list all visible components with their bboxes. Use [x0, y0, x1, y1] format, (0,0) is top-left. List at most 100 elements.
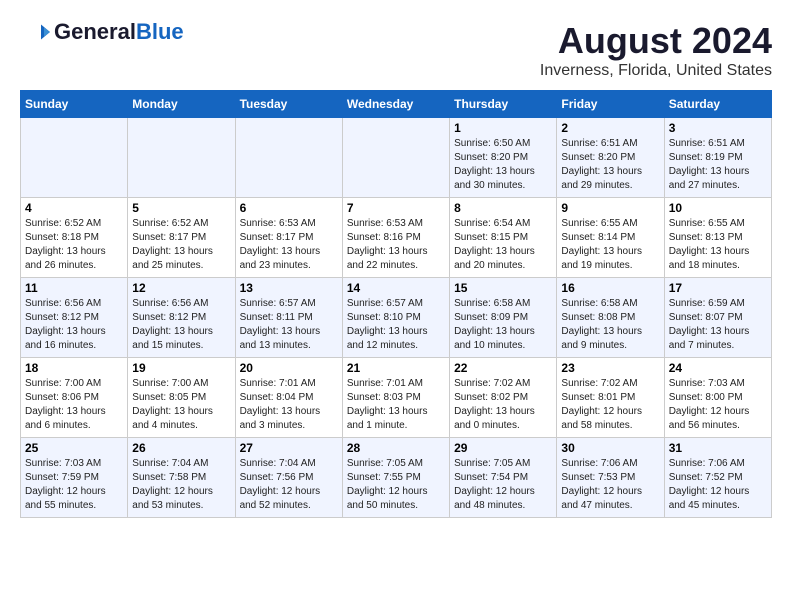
calendar-cell: 24Sunrise: 7:03 AM Sunset: 8:00 PM Dayli…	[664, 358, 771, 438]
col-tuesday: Tuesday	[235, 91, 342, 118]
logo-blue-text: Blue	[136, 19, 184, 44]
calendar-cell: 25Sunrise: 7:03 AM Sunset: 7:59 PM Dayli…	[21, 438, 128, 518]
calendar-cell: 21 Sunrise: 7:01 AM Sunset: 8:03 PM Dayli…	[342, 358, 449, 438]
day-info: Sunrise: 7:01 AM Sunset: 8:03 PM Dayligh…	[347, 377, 445, 433]
day-info: Sunrise: 7:02 AM Sunset: 8:01 PM Dayligh…	[561, 377, 659, 433]
calendar-table: Sunday Monday Tuesday Wednesday Thursday…	[20, 90, 772, 518]
day-info: Sunrise: 6:52 AM Sunset: 8:17 PM Dayligh…	[132, 217, 230, 273]
day-info: Sunrise: 6:53 AM Sunset: 8:16 PM Dayligh…	[347, 217, 445, 273]
day-info: Sunrise: 6:59 AM Sunset: 8:07 PM Dayligh…	[669, 297, 767, 353]
day-number: 11	[25, 281, 123, 295]
day-number: 7	[347, 201, 445, 215]
calendar-week-5: 25Sunrise: 7:03 AM Sunset: 7:59 PM Dayli…	[21, 438, 772, 518]
day-number: 30	[561, 441, 659, 455]
day-info: Sunrise: 6:56 AM Sunset: 8:12 PM Dayligh…	[132, 297, 230, 353]
day-number: 10	[669, 201, 767, 215]
calendar-cell	[128, 118, 235, 198]
calendar-cell: 13Sunrise: 6:57 AM Sunset: 8:11 PM Dayli…	[235, 278, 342, 358]
col-monday: Monday	[128, 91, 235, 118]
calendar-cell: 19 Sunrise: 7:00 AM Sunset: 8:05 PM Dayli…	[128, 358, 235, 438]
day-number: 9	[561, 201, 659, 215]
day-number: 18	[25, 361, 123, 375]
day-info: Sunrise: 6:53 AM Sunset: 8:17 PM Dayligh…	[240, 217, 338, 273]
day-info: Sunrise: 7:05 AM Sunset: 7:54 PM Dayligh…	[454, 457, 552, 513]
calendar-cell: 29Sunrise: 7:05 AM Sunset: 7:54 PM Dayli…	[450, 438, 557, 518]
day-info: Sunrise: 7:01 AM Sunset: 8:04 PM Dayligh…	[240, 377, 338, 433]
logo-text: GeneralBlue	[54, 20, 184, 44]
day-info: Sunrise: 6:58 AM Sunset: 8:09 PM Dayligh…	[454, 297, 552, 353]
day-info: Sunrise: 6:51 AM Sunset: 8:20 PM Dayligh…	[561, 137, 659, 193]
page-header: GeneralBlue August 2024 Inverness, Flori…	[20, 20, 772, 80]
day-number: 17	[669, 281, 767, 295]
day-number: 28	[347, 441, 445, 455]
title-block: August 2024 Inverness, Florida, United S…	[540, 20, 772, 80]
day-info: Sunrise: 6:52 AM Sunset: 8:18 PM Dayligh…	[25, 217, 123, 273]
day-info: Sunrise: 6:55 AM Sunset: 8:14 PM Dayligh…	[561, 217, 659, 273]
calendar-cell: 4Sunrise: 6:52 AM Sunset: 8:18 PM Daylig…	[21, 198, 128, 278]
calendar-cell	[235, 118, 342, 198]
day-info: Sunrise: 7:06 AM Sunset: 7:52 PM Dayligh…	[669, 457, 767, 513]
day-info: Sunrise: 6:58 AM Sunset: 8:08 PM Dayligh…	[561, 297, 659, 353]
col-saturday: Saturday	[664, 91, 771, 118]
calendar-cell: 14 Sunrise: 6:57 AM Sunset: 8:10 PM Dayli…	[342, 278, 449, 358]
calendar-cell: 22Sunrise: 7:02 AM Sunset: 8:02 PM Dayli…	[450, 358, 557, 438]
calendar-cell: 5Sunrise: 6:52 AM Sunset: 8:17 PM Daylig…	[128, 198, 235, 278]
calendar-body: 1 Sunrise: 6:50 AM Sunset: 8:20 PM Daylig…	[21, 118, 772, 518]
page-title: August 2024	[540, 20, 772, 62]
calendar-cell	[21, 118, 128, 198]
logo: GeneralBlue	[20, 20, 184, 44]
calendar-cell: 16 Sunrise: 6:58 AM Sunset: 8:08 PM Dayli…	[557, 278, 664, 358]
day-number: 21	[347, 361, 445, 375]
calendar-cell: 8Sunrise: 6:54 AM Sunset: 8:15 PM Daylig…	[450, 198, 557, 278]
day-number: 27	[240, 441, 338, 455]
calendar-cell: 2Sunrise: 6:51 AM Sunset: 8:20 PM Daylig…	[557, 118, 664, 198]
calendar-cell: 20 Sunrise: 7:01 AM Sunset: 8:04 PM Dayli…	[235, 358, 342, 438]
col-wednesday: Wednesday	[342, 91, 449, 118]
day-info: Sunrise: 7:00 AM Sunset: 8:06 PM Dayligh…	[25, 377, 123, 433]
calendar-week-4: 18 Sunrise: 7:00 AM Sunset: 8:06 PM Dayli…	[21, 358, 772, 438]
day-info: Sunrise: 7:00 AM Sunset: 8:05 PM Dayligh…	[132, 377, 230, 433]
calendar-cell: 1 Sunrise: 6:50 AM Sunset: 8:20 PM Daylig…	[450, 118, 557, 198]
day-number: 3	[669, 121, 767, 135]
col-sunday: Sunday	[21, 91, 128, 118]
day-number: 1	[454, 121, 552, 135]
day-number: 22	[454, 361, 552, 375]
day-number: 19	[132, 361, 230, 375]
day-number: 14	[347, 281, 445, 295]
logo-icon	[20, 23, 50, 41]
calendar-cell: 27Sunrise: 7:04 AM Sunset: 7:56 PM Dayli…	[235, 438, 342, 518]
logo-general: General	[54, 19, 136, 44]
calendar-cell: 12 Sunrise: 6:56 AM Sunset: 8:12 PM Dayli…	[128, 278, 235, 358]
day-info: Sunrise: 7:04 AM Sunset: 7:58 PM Dayligh…	[132, 457, 230, 513]
day-number: 8	[454, 201, 552, 215]
calendar-cell: 10Sunrise: 6:55 AM Sunset: 8:13 PM Dayli…	[664, 198, 771, 278]
day-number: 13	[240, 281, 338, 295]
day-number: 15	[454, 281, 552, 295]
calendar-cell: 3 Sunrise: 6:51 AM Sunset: 8:19 PM Daylig…	[664, 118, 771, 198]
day-number: 16	[561, 281, 659, 295]
day-info: Sunrise: 6:50 AM Sunset: 8:20 PM Dayligh…	[454, 137, 552, 193]
day-number: 20	[240, 361, 338, 375]
calendar-header: Sunday Monday Tuesday Wednesday Thursday…	[21, 91, 772, 118]
col-thursday: Thursday	[450, 91, 557, 118]
calendar-cell: 30 Sunrise: 7:06 AM Sunset: 7:53 PM Dayli…	[557, 438, 664, 518]
calendar-cell: 31 Sunrise: 7:06 AM Sunset: 7:52 PM Dayli…	[664, 438, 771, 518]
calendar-cell: 6 Sunrise: 6:53 AM Sunset: 8:17 PM Daylig…	[235, 198, 342, 278]
calendar-cell: 15 Sunrise: 6:58 AM Sunset: 8:09 PM Dayli…	[450, 278, 557, 358]
day-number: 31	[669, 441, 767, 455]
day-info: Sunrise: 7:06 AM Sunset: 7:53 PM Dayligh…	[561, 457, 659, 513]
day-number: 6	[240, 201, 338, 215]
calendar-cell: 18 Sunrise: 7:00 AM Sunset: 8:06 PM Dayli…	[21, 358, 128, 438]
calendar-cell: 28Sunrise: 7:05 AM Sunset: 7:55 PM Dayli…	[342, 438, 449, 518]
calendar-cell: 17 Sunrise: 6:59 AM Sunset: 8:07 PM Dayli…	[664, 278, 771, 358]
calendar-cell: 11Sunrise: 6:56 AM Sunset: 8:12 PM Dayli…	[21, 278, 128, 358]
day-info: Sunrise: 6:51 AM Sunset: 8:19 PM Dayligh…	[669, 137, 767, 193]
day-number: 12	[132, 281, 230, 295]
calendar-week-1: 1 Sunrise: 6:50 AM Sunset: 8:20 PM Daylig…	[21, 118, 772, 198]
day-number: 26	[132, 441, 230, 455]
col-friday: Friday	[557, 91, 664, 118]
calendar-cell: 9 Sunrise: 6:55 AM Sunset: 8:14 PM Daylig…	[557, 198, 664, 278]
day-info: Sunrise: 6:57 AM Sunset: 8:10 PM Dayligh…	[347, 297, 445, 353]
day-number: 24	[669, 361, 767, 375]
day-info: Sunrise: 7:03 AM Sunset: 7:59 PM Dayligh…	[25, 457, 123, 513]
